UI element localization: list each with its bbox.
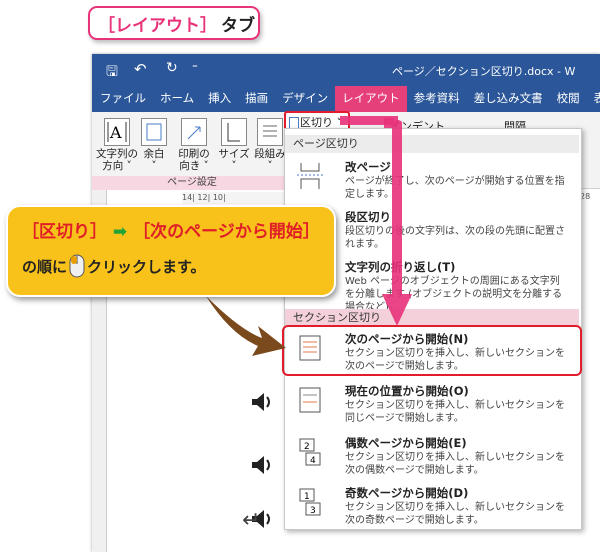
menu-item-title: 現在の位置から開始(O)	[345, 384, 469, 398]
instruction-breaks: ［区切り］	[22, 222, 107, 242]
paragraph-return-mark: ↵	[242, 508, 261, 533]
brown-pointer-arrow	[206, 296, 286, 356]
customize-qat-icon[interactable]: ⁼	[192, 61, 198, 74]
tab-mailings[interactable]: 差し込み文書	[467, 86, 550, 112]
menu-item-title: 偶数ページから開始(E)	[345, 436, 467, 450]
menu-item-odd-page[interactable]: 13 奇数ページから開始(D) セクション区切りを挿入し、新しいセクションを次の…	[285, 483, 579, 529]
text-direction-icon: A	[104, 118, 130, 146]
size-button[interactable]: サイズ ˅	[216, 112, 252, 174]
menu-item-desc: セクション区切りを挿入し、新しいセクションを同じページで開始します。	[345, 400, 565, 424]
margins-icon	[141, 118, 167, 146]
tab-draw[interactable]: 描画	[238, 86, 275, 112]
tab-insert[interactable]: 挿入	[201, 86, 238, 112]
instruction-callout: ［区切り］ ➡ ［次のページから開始］ の順に クリックします。	[6, 205, 336, 297]
menu-item-desc: セクション区切りを挿入し、新しいセクションを次の奇数ページで開始します。	[345, 502, 565, 526]
ribbon-tab-bar: ファイル ホーム 挿入 描画 デザイン レイアウト 参考資料 差し込み文書 校閲…	[92, 86, 600, 112]
text-direction-label-2: 方向 ˅	[102, 160, 132, 172]
svg-text:1: 1	[304, 492, 310, 502]
columns-label-1: 段組み	[254, 148, 286, 160]
size-label-1: サイズ	[218, 148, 250, 160]
page-breaks-header: ページ区切り	[285, 135, 579, 153]
instruction-suffix: クリックします。	[87, 257, 206, 276]
continuous-break-icon	[299, 387, 321, 413]
svg-text:2: 2	[304, 442, 310, 452]
green-arrow-icon: ➡	[112, 222, 128, 242]
svg-text:3: 3	[310, 506, 316, 516]
window-title: ページ／セクション区切り.docx - W	[392, 65, 576, 78]
orientation-icon	[181, 118, 207, 146]
tab-review[interactable]: 校閲	[550, 86, 587, 112]
margins-label-1: 余白	[143, 148, 165, 160]
page-setup-group-label: ページ設定	[92, 176, 292, 190]
mouse-icon	[69, 254, 85, 278]
page-break-icon	[297, 163, 323, 189]
size-label-2: ˅	[231, 160, 237, 172]
menu-item-desc: セクション区切りを挿入し、新しいセクションを次の偶数ページで開始します。	[345, 452, 565, 476]
margins-label-2: ˅	[151, 160, 157, 172]
horizontal-ruler: 14| 12| 10|	[182, 192, 292, 204]
menu-item-even-page[interactable]: 24 偶数ページから開始(E) セクション区切りを挿入し、新しいセクションを次の…	[285, 433, 579, 479]
menu-item-page-break[interactable]: 改ページ ページが終了し、次のページが開始する位置を指定します。	[285, 157, 579, 203]
columns-label-2: ˅	[267, 160, 273, 172]
tab-design[interactable]: デザイン	[275, 86, 335, 112]
tab-layout[interactable]: レイアウト	[335, 86, 407, 112]
instruction-prefix: の順に	[22, 257, 68, 276]
orientation-label-1: 印刷の	[178, 148, 210, 160]
callout-tab-suffix: タブ	[221, 15, 255, 36]
layout-tab-callout: ［レイアウト］ タブ	[88, 6, 260, 40]
instruction-line-1: ［区切り］ ➡ ［次のページから開始］	[22, 217, 320, 242]
orientation-label-2: 向き ˅	[179, 160, 209, 172]
columns-icon	[257, 118, 283, 146]
pink-down-arrow	[382, 118, 412, 326]
menu-item-desc: 段区切りの後の文字列は、次の段の先頭に配置されます。	[345, 226, 565, 250]
margins-button[interactable]: 余白 ˅	[136, 112, 172, 174]
speaker-icon	[252, 456, 270, 474]
odd-page-break-icon: 13	[299, 488, 321, 516]
menu-item-continuous[interactable]: 現在の位置から開始(O) セクション区切りを挿入し、新しいセクションを同じページ…	[285, 381, 579, 427]
columns-button[interactable]: 段組み ˅	[252, 112, 288, 174]
orientation-button[interactable]: 印刷の 向き ˅	[172, 112, 216, 174]
size-icon	[221, 118, 247, 146]
menu-item-desc: ページが終了し、次のページが開始する位置を指定します。	[345, 176, 565, 200]
tab-references[interactable]: 参考資料	[407, 86, 467, 112]
redo-icon[interactable]: ↻	[166, 60, 178, 76]
instruction-next-page: ［次のページから開始］	[133, 222, 320, 242]
undo-icon[interactable]: ↶	[134, 60, 147, 78]
next-page-highlight	[282, 325, 582, 376]
instruction-line-2: の順に クリックします。	[22, 254, 320, 278]
svg-text:4: 4	[310, 456, 316, 466]
tab-home[interactable]: ホーム	[153, 86, 201, 112]
speaker-icon	[252, 393, 270, 411]
svg-text:A: A	[109, 123, 122, 142]
text-direction-button[interactable]: A 文字列の 方向 ˅	[94, 112, 140, 174]
tab-file[interactable]: ファイル	[92, 86, 153, 112]
tab-view[interactable]: 表示	[587, 86, 600, 112]
title-bar: 🖫 ↶ ↻ ⁼ ページ／セクション区切り.docx - W	[92, 54, 600, 86]
menu-item-title: 奇数ページから開始(D)	[345, 486, 469, 500]
even-page-break-icon: 24	[299, 438, 321, 466]
text-direction-label-1: 文字列の	[96, 148, 138, 160]
save-icon[interactable]: 🖫	[106, 61, 118, 85]
pink-arrow-elbow	[340, 116, 398, 125]
callout-tab-name: ［レイアウト］	[98, 15, 217, 36]
